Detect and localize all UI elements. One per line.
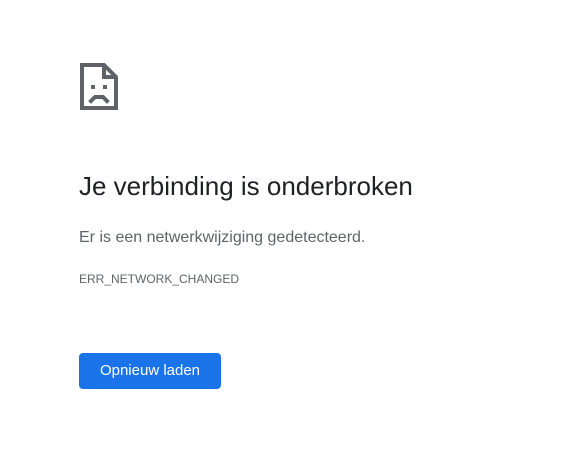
error-code: ERR_NETWORK_CHANGED	[79, 272, 240, 286]
reload-button[interactable]: Opnieuw laden	[79, 353, 221, 389]
network-error-page: Je verbinding is onderbroken Er is een n…	[0, 0, 561, 472]
error-description: Er is een netwerkwijziging gedetecteerd.	[79, 229, 366, 246]
error-title: Je verbinding is onderbroken	[79, 171, 413, 201]
sad-page-icon	[79, 62, 119, 111]
